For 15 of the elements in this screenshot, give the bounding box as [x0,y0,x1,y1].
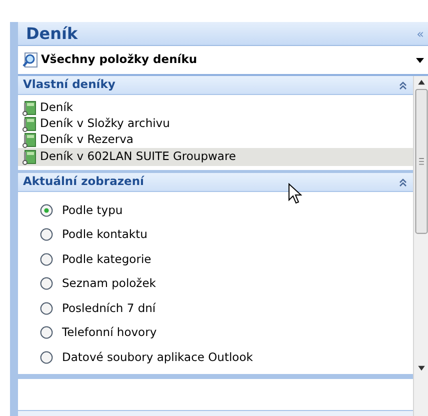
folder-item[interactable]: Deník v 602LAN SUITE Groupware [18,148,413,166]
folder-item[interactable]: Deník [18,100,413,116]
folder-item[interactable]: Deník v Rezerva [18,132,413,148]
radio-label[interactable]: Seznam položek [62,275,156,292]
radio-label[interactable]: Podle kontaktu [62,226,148,244]
section-title: Aktuální zobrazení [23,173,144,190]
radio-label[interactable]: Datové soubory aplikace Outlook [62,348,253,366]
folder-item[interactable]: Deník v Složky archivu [18,116,413,132]
radio-label[interactable]: Telefonní hovory [62,324,157,342]
section-title: Vlastní deníky [23,76,116,94]
radio-label[interactable]: Podle typu [62,202,123,219]
view-selector[interactable]: Všechny položky deníku [22,51,198,69]
radio-label[interactable]: Podle kategorie [62,250,152,268]
pane-title: Deník [26,22,78,44]
radio-label[interactable]: Posledních 7 dní [62,300,156,317]
